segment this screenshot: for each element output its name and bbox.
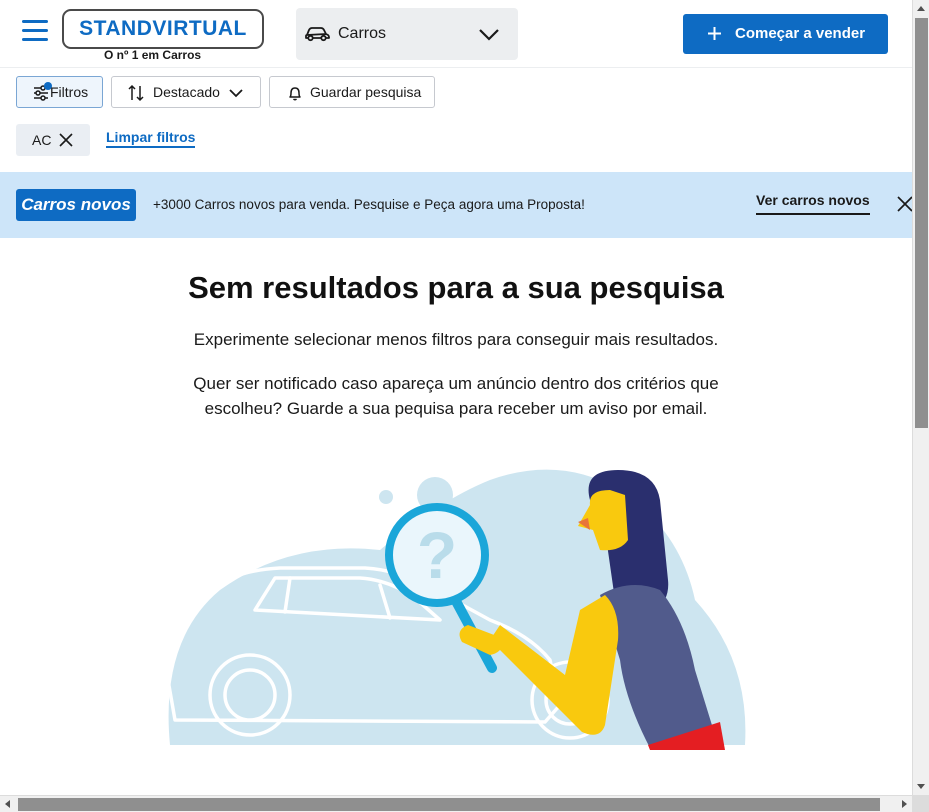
sort-arrows-icon bbox=[128, 84, 144, 102]
logo-tagline: O nº 1 em Carros bbox=[104, 48, 202, 62]
plus-icon bbox=[708, 27, 721, 40]
empty-state-notify-text: Quer ser notificado caso apareça um anún… bbox=[193, 374, 719, 418]
sort-button[interactable]: Destacado bbox=[111, 76, 261, 108]
start-selling-label: Começar a vender bbox=[735, 25, 866, 42]
close-icon[interactable] bbox=[58, 132, 74, 148]
page: STANDVIRTUAL O nº 1 em Carros Carros Com… bbox=[0, 0, 912, 795]
horizontal-scrollbar-thumb[interactable] bbox=[18, 798, 880, 811]
car-icon bbox=[305, 27, 330, 42]
filters-label: Filtros bbox=[50, 84, 89, 100]
sort-label: Destacado bbox=[153, 84, 220, 100]
vertical-scrollbar[interactable] bbox=[912, 0, 929, 795]
no-results-illustration: ? bbox=[165, 469, 746, 750]
horizontal-scrollbar[interactable] bbox=[0, 795, 912, 812]
filters-button[interactable]: Filtros bbox=[16, 76, 103, 108]
scrollbar-corner bbox=[912, 795, 929, 812]
clear-filters-link[interactable]: Limpar filtros bbox=[106, 129, 196, 148]
category-label: Carros bbox=[338, 25, 387, 42]
menu-icon[interactable] bbox=[22, 20, 48, 46]
filter-chip-ac[interactable]: AC bbox=[16, 124, 90, 156]
banner-text: +3000 Carros novos para venda. Pesquise … bbox=[153, 197, 585, 212]
banner-link[interactable]: Ver carros novos bbox=[756, 192, 870, 215]
empty-state-hint: Experimente selecionar menos filtros par… bbox=[193, 330, 719, 349]
site-logo[interactable]: STANDVIRTUAL bbox=[62, 9, 264, 49]
save-search-button[interactable]: Guardar pesquisa bbox=[269, 76, 435, 108]
vertical-scrollbar-thumb[interactable] bbox=[915, 18, 928, 428]
start-selling-button[interactable]: Começar a vender bbox=[683, 14, 888, 54]
category-select[interactable]: Carros bbox=[296, 8, 518, 60]
chevron-down-icon bbox=[479, 29, 499, 41]
banner-badge: Carros novos bbox=[16, 189, 136, 221]
empty-state-title: Sem resultados para a sua pesquisa bbox=[188, 270, 724, 305]
save-search-label: Guardar pesquisa bbox=[310, 84, 422, 100]
filter-chip-label: AC bbox=[32, 132, 52, 148]
svg-text:?: ? bbox=[417, 518, 457, 592]
new-cars-banner: Carros novos +3000 Carros novos para ven… bbox=[0, 172, 912, 238]
chevron-down-icon bbox=[229, 89, 243, 98]
bell-icon bbox=[289, 87, 301, 101]
top-header: STANDVIRTUAL O nº 1 em Carros Carros Com… bbox=[0, 0, 912, 68]
close-icon[interactable] bbox=[897, 196, 912, 212]
logo-text: STANDVIRTUAL bbox=[79, 17, 247, 40]
